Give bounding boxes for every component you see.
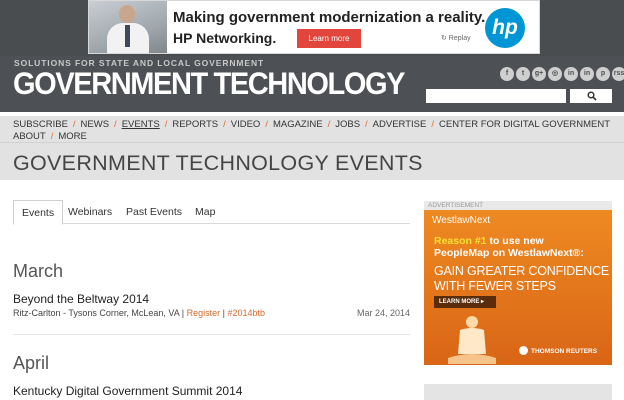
westlaw-logo: WestlawNext: [432, 215, 491, 226]
ad-subheadline: HP Networking.: [173, 30, 277, 46]
nav-row-1: SUBSCRIBE / NEWS / EVENTS / REPORTS / VIDEO / MAGA…: [13, 119, 611, 130]
second-ad-slot: [424, 384, 612, 400]
google-plus-icon[interactable]: g+: [532, 67, 546, 81]
linkedin-alt-icon[interactable]: in: [580, 67, 594, 81]
ad-learn-more-button[interactable]: Learn more: [297, 29, 361, 48]
social-links: f t g+ ◎ in in p rss: [500, 67, 624, 81]
tab-events[interactable]: Events: [13, 200, 64, 225]
nav-center-for-digital-government[interactable]: CENTER FOR DIGITAL GOVERNMENT: [439, 119, 610, 130]
page-title: GOVERNMENT TECHNOLOGY EVENTS: [13, 151, 423, 175]
nav-reports[interactable]: REPORTS: [172, 119, 218, 130]
advertisement-label: ADVERTISEMENT: [424, 201, 612, 210]
main-nav: SUBSCRIBE / NEWS / EVENTS / REPORTS / VIDEO / MAGA…: [0, 112, 624, 142]
thomson-reuters-logo: THOMSON REUTERS: [519, 346, 597, 355]
event-meta: Ritz-Carlton - Tysons Corner, McLean, VA…: [13, 308, 266, 318]
tab-past-events[interactable]: Past Events: [118, 200, 190, 224]
search-icon: [587, 91, 597, 101]
twitter-icon[interactable]: t: [516, 67, 530, 81]
search-input[interactable]: [426, 89, 566, 103]
tab-webinars[interactable]: Webinars: [60, 200, 120, 224]
nav-more[interactable]: MORE: [58, 131, 87, 142]
event-divider: [13, 334, 410, 335]
search-button[interactable]: [570, 89, 612, 103]
event-date: Mar 24, 2014: [356, 308, 410, 318]
ad-learn-more-button[interactable]: LEARN MORE ▸: [434, 296, 496, 308]
event-hashtag-link[interactable]: #2014btb: [228, 308, 266, 318]
event-location: Ritz-Carlton - Tysons Corner, McLean, VA: [13, 308, 180, 318]
ad-figure-illustration: [448, 316, 496, 364]
pinterest-icon[interactable]: p: [596, 67, 610, 81]
nav-subscribe[interactable]: SUBSCRIBE: [13, 119, 68, 130]
hp-banner-ad[interactable]: Making government modernization a realit…: [88, 0, 540, 54]
event-tabs: Events Webinars Past Events Map: [13, 200, 410, 225]
nav-video[interactable]: VIDEO: [231, 119, 261, 130]
ad-gain-line-1: GAIN GREATER CONFIDENCE: [434, 264, 610, 278]
page-title-band: GOVERNMENT TECHNOLOGY EVENTS: [0, 142, 624, 180]
nav-events[interactable]: EVENTS: [122, 119, 160, 130]
site-logo[interactable]: GOVERNMENT TECHNOLOGY: [13, 67, 406, 103]
event-title[interactable]: Kentucky Digital Government Summit 2014: [13, 384, 242, 398]
ad-reason-line: Reason #1 to use new: [434, 235, 544, 247]
tab-map[interactable]: Map: [187, 200, 223, 224]
rss-icon[interactable]: rss: [612, 67, 624, 81]
site-header: SOLUTIONS FOR STATE AND LOCAL GOVERNMENT…: [0, 56, 624, 112]
nav-magazine[interactable]: MAGAZINE: [273, 119, 323, 130]
nav-news[interactable]: NEWS: [81, 119, 110, 130]
ad-photo: [89, 1, 167, 53]
nav-row-2: ABOUT / MORE: [13, 131, 87, 142]
event-title[interactable]: Beyond the Beltway 2014: [13, 292, 149, 306]
ad-gain-line-2: WITH FEWER STEPS: [434, 279, 556, 293]
ad-reason-line-2: PeopleMap on WestlawNext®:: [434, 247, 584, 259]
reuters-mark-icon: [519, 346, 528, 355]
top-ad-band: Making government modernization a realit…: [0, 0, 624, 56]
ad-headline: Making government modernization a realit…: [173, 9, 486, 26]
nav-jobs[interactable]: JOBS: [335, 119, 360, 130]
month-heading-april: April: [13, 353, 50, 373]
nav-about[interactable]: ABOUT: [13, 131, 46, 142]
ad-replay-link[interactable]: ↻ Replay: [441, 34, 471, 42]
linkedin-icon[interactable]: in: [564, 67, 578, 81]
event-register-link[interactable]: Register: [187, 308, 221, 318]
nav-advertise[interactable]: ADVERTISE: [373, 119, 427, 130]
instagram-icon[interactable]: ◎: [548, 67, 562, 81]
month-heading-march: March: [13, 261, 64, 281]
westlaw-side-ad[interactable]: WestlawNext Reason #1 to use new PeopleM…: [424, 210, 612, 365]
hp-logo: hp: [485, 8, 525, 48]
facebook-icon[interactable]: f: [500, 67, 514, 81]
